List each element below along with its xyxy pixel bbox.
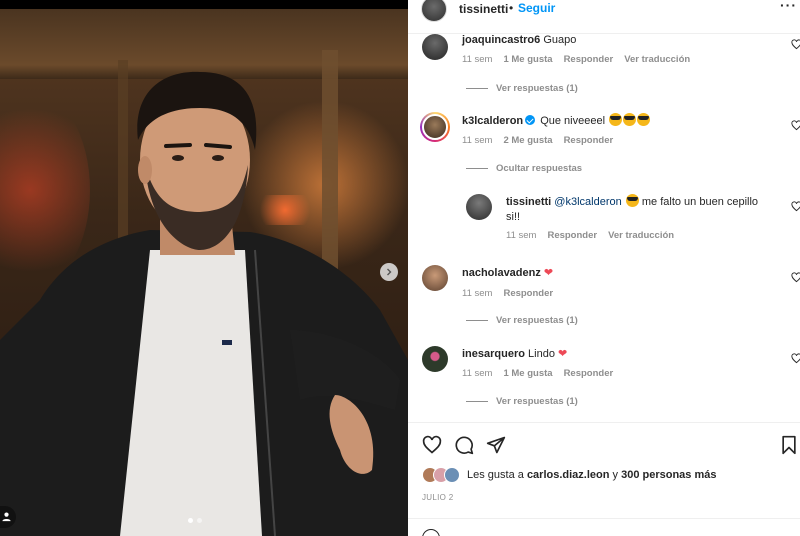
- commenter-avatar[interactable]: [422, 34, 448, 60]
- reply-text: tissinetti @k3lcalderon me falto un buen…: [506, 194, 776, 225]
- sunglasses-emoji-icon: [623, 113, 637, 126]
- comment-meta: 11 sem 2 Me gusta Responder: [462, 135, 613, 146]
- author-avatar[interactable]: [421, 0, 447, 22]
- comment-like-icon[interactable]: [791, 39, 800, 50]
- replies-line: [466, 88, 488, 89]
- post-date[interactable]: JULIO 2: [422, 493, 453, 502]
- reply-button[interactable]: Responder: [564, 54, 614, 65]
- sunglasses-emoji-icon: [609, 113, 623, 126]
- view-replies-toggle[interactable]: Ver respuestas (1): [466, 396, 578, 407]
- replies-line: [466, 168, 488, 169]
- comment-body: Guapo: [543, 34, 577, 46]
- comment-meta: 11 sem Responder: [462, 288, 553, 299]
- commenter-avatar-image: [422, 114, 448, 140]
- likes-summary: Les gusta a carlos.diaz.leon y 300 perso…: [422, 467, 716, 483]
- user-icon: [2, 512, 11, 522]
- comment-text: nacholavadenz ❤: [462, 266, 553, 281]
- comment-text: inesarquero Lindo ❤: [462, 347, 567, 362]
- reply-button[interactable]: Responder: [564, 135, 614, 146]
- comment-text: joaquincastro6 Guapo: [462, 33, 576, 48]
- reply-time[interactable]: 11 sem: [506, 230, 536, 241]
- carousel-next-button[interactable]: [380, 263, 398, 281]
- red-heart-emoji-icon: ❤: [558, 348, 568, 360]
- reply-body-line2: si!!: [506, 211, 521, 223]
- view-replies-toggle[interactable]: Ver respuestas (1): [466, 315, 578, 326]
- hide-replies-toggle[interactable]: Ocultar respuestas: [466, 163, 582, 174]
- comments-panel: tissinetti • Seguir ··· joaquincastro6 G…: [408, 0, 800, 536]
- red-heart-emoji-icon: ❤: [543, 267, 554, 279]
- photo-person: [0, 71, 408, 536]
- hide-replies-label: Ocultar respuestas: [496, 163, 583, 174]
- comment-time[interactable]: 11 sem: [462, 54, 492, 65]
- reply-author-avatar[interactable]: [466, 194, 492, 220]
- view-replies-toggle[interactable]: Ver respuestas (1): [466, 83, 578, 94]
- commenter-username[interactable]: joaquincastro6: [462, 34, 540, 46]
- emoji-icon[interactable]: [422, 529, 440, 536]
- comment-text: k3lcalderon Que niveeeel: [462, 113, 651, 129]
- commenter-avatar[interactable]: [422, 265, 448, 291]
- carousel-dot: [197, 518, 202, 523]
- header-separator: •: [509, 1, 514, 15]
- post-photo[interactable]: [0, 0, 408, 536]
- likes-text: Les gusta a carlos.diaz.leon y 300 perso…: [467, 469, 716, 481]
- carousel-dot-active: [188, 518, 193, 523]
- author-username[interactable]: tissinetti: [459, 2, 508, 16]
- add-comment-bar[interactable]: [408, 518, 800, 536]
- reply-button[interactable]: Responder: [564, 368, 614, 379]
- likers-avatars[interactable]: [422, 467, 460, 483]
- comment-icon[interactable]: [454, 435, 474, 455]
- replies-line: [466, 401, 488, 402]
- more-options-button[interactable]: ···: [780, 0, 797, 13]
- comment-likes[interactable]: 1 Me gusta: [503, 368, 552, 379]
- likes-prefix: Les gusta a: [467, 469, 524, 481]
- comment-likes[interactable]: 1 Me gusta: [503, 54, 552, 65]
- commenter-username[interactable]: inesarquero: [462, 348, 525, 360]
- view-replies-label: Ver respuestas (1): [496, 83, 578, 94]
- reply-body: me falto un buen cepillo: [641, 196, 759, 208]
- reply-like-icon[interactable]: [791, 201, 800, 212]
- view-replies-label: Ver respuestas (1): [496, 396, 578, 407]
- liker-avatar: [444, 467, 460, 483]
- bookmark-icon[interactable]: [780, 435, 798, 455]
- comment-meta: 11 sem 1 Me gusta Responder Ver traducci…: [462, 54, 690, 65]
- view-replies-label: Ver respuestas (1): [496, 315, 578, 326]
- comment-body: Que niveeeel: [540, 115, 606, 127]
- comment-like-icon[interactable]: [791, 353, 800, 364]
- reply-button[interactable]: Responder: [547, 230, 597, 241]
- commenter-username[interactable]: nacholavadenz: [462, 267, 541, 279]
- commenter-avatar-story[interactable]: [420, 112, 450, 142]
- reply-author-username[interactable]: tissinetti: [506, 196, 551, 208]
- verified-icon: [525, 115, 536, 125]
- follow-button[interactable]: Seguir: [518, 1, 555, 15]
- post-actions: [408, 422, 800, 466]
- sunglasses-emoji-icon: [625, 194, 639, 207]
- sunglasses-emoji-icon: [637, 113, 651, 126]
- reply-meta: 11 sem Responder Ver traducción: [506, 230, 674, 241]
- comment-time[interactable]: 11 sem: [462, 288, 492, 299]
- liker-username[interactable]: carlos.diaz.leon: [527, 469, 610, 481]
- chevron-right-icon: [387, 268, 392, 276]
- comment-likes[interactable]: 2 Me gusta: [503, 135, 552, 146]
- heart-icon[interactable]: [422, 435, 442, 455]
- comment-like-icon[interactable]: [791, 120, 800, 131]
- likes-others-link[interactable]: 300 personas más: [621, 469, 716, 481]
- commenter-username[interactable]: k3lcalderon: [462, 115, 523, 127]
- reply-button[interactable]: Responder: [503, 288, 553, 299]
- commenter-avatar[interactable]: [422, 346, 448, 372]
- comment-like-icon[interactable]: [791, 272, 800, 283]
- likes-joiner: y: [612, 469, 619, 481]
- comment-meta: 11 sem 1 Me gusta Responder: [462, 368, 613, 379]
- comment-time[interactable]: 11 sem: [462, 135, 492, 146]
- send-icon[interactable]: [486, 435, 506, 455]
- post-header: tissinetti • Seguir ···: [408, 0, 800, 34]
- reply-mention[interactable]: @k3lcalderon: [554, 196, 621, 208]
- translate-button[interactable]: Ver traducción: [624, 54, 690, 65]
- carousel-dots: [188, 518, 202, 523]
- translate-button[interactable]: Ver traducción: [608, 230, 674, 241]
- comment-body: Lindo: [528, 348, 555, 360]
- replies-line: [466, 320, 488, 321]
- comment-time[interactable]: 11 sem: [462, 368, 492, 379]
